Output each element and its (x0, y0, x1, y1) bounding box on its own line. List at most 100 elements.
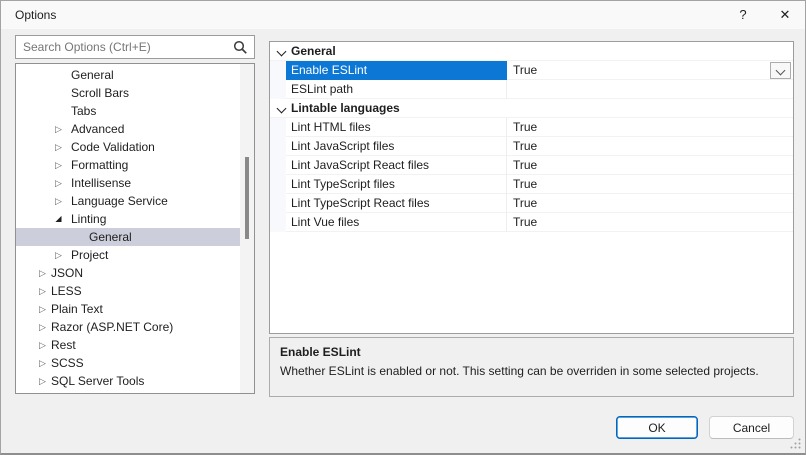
setting-row-eslint-path[interactable]: ESLint path (270, 80, 793, 99)
tree-item-razor-asp-net-core[interactable]: ▷ Razor (ASP.NET Core) (16, 318, 240, 336)
tree-expand-icon[interactable]: ▷ (53, 156, 64, 174)
setting-name[interactable]: Lint JavaScript React files (286, 156, 507, 175)
tree-expand-icon[interactable]: ▷ (53, 138, 64, 156)
tree-item-sql-server-tools[interactable]: ▷ SQL Server Tools (16, 372, 240, 390)
resize-grip[interactable] (790, 438, 801, 449)
chevron-down-icon (775, 65, 786, 76)
tree-item-advanced[interactable]: ▷ Advanced (16, 120, 240, 138)
row-gutter (270, 80, 286, 99)
tree-item-intellisense[interactable]: ▷ Intellisense (16, 174, 240, 192)
tree-scrollbar-thumb[interactable] (245, 157, 249, 239)
tree-item-label: Rest (51, 338, 76, 352)
tree-item-label: Language Service (71, 194, 168, 208)
page-title: Options (15, 8, 57, 22)
tree-item-plain-text[interactable]: ▷ Plain Text (16, 300, 240, 318)
tree-item-tabs[interactable]: Tabs (16, 102, 240, 120)
tree-item-label: General (71, 68, 114, 82)
tree-item-general[interactable]: General (16, 228, 240, 246)
search-box[interactable] (15, 35, 255, 59)
tree-item-general[interactable]: General (16, 66, 240, 84)
tree-expand-icon[interactable]: ▷ (37, 372, 48, 390)
tree-expand-icon[interactable]: ▷ (53, 246, 64, 264)
category-label: General (291, 44, 336, 58)
setting-name[interactable]: Lint Vue files (286, 213, 507, 232)
setting-name[interactable]: Lint HTML files (286, 118, 507, 137)
tree-expand-icon[interactable]: ▷ (37, 300, 48, 318)
setting-row-lint-typescript-files[interactable]: Lint TypeScript files True (270, 175, 793, 194)
setting-name[interactable]: Lint JavaScript files (286, 137, 507, 156)
tree-expand-icon[interactable]: ▷ (37, 336, 48, 354)
tree-item-label: Plain Text (51, 302, 103, 316)
setting-row-lint-typescript-react-files[interactable]: Lint TypeScript React files True (270, 194, 793, 213)
setting-value[interactable]: True (507, 213, 793, 232)
category-general[interactable]: General (270, 42, 793, 61)
tree-expand-icon[interactable]: ▷ (53, 120, 64, 138)
setting-row-enable-eslint[interactable]: Enable ESLint True (270, 61, 793, 80)
setting-value[interactable]: True (507, 194, 793, 213)
setting-name[interactable]: Lint TypeScript React files (286, 194, 507, 213)
row-gutter (270, 194, 286, 213)
tree-expand-icon[interactable]: ▷ (37, 354, 48, 372)
chevron-down-icon[interactable] (276, 46, 287, 57)
ok-button[interactable]: OK (616, 416, 698, 439)
setting-name[interactable]: ESLint path (286, 80, 507, 99)
title-bar[interactable]: Options ? ✕ (1, 1, 805, 29)
tree-item-label: Advanced (71, 122, 125, 136)
tree-item-project[interactable]: ▷ Project (16, 246, 240, 264)
setting-value[interactable]: True (507, 118, 793, 137)
tree-item-label: Project (71, 248, 109, 262)
tree-item-label: Intellisense (71, 176, 132, 190)
close-icon[interactable]: ✕ (769, 1, 801, 29)
tree-expand-icon[interactable]: ▷ (53, 174, 64, 192)
tree-item-linting[interactable]: ◢ Linting (16, 210, 240, 228)
tree-item-formatting[interactable]: ▷ Formatting (16, 156, 240, 174)
tree-expand-icon[interactable]: ▷ (37, 318, 48, 336)
cancel-button[interactable]: Cancel (709, 416, 794, 439)
tree-item-rest[interactable]: ▷ Rest (16, 336, 240, 354)
tree-item-label: Tabs (71, 104, 97, 118)
row-gutter (270, 213, 286, 232)
tree-item-label: Scroll Bars (71, 86, 130, 100)
setting-row-lint-vue-files[interactable]: Lint Vue files True (270, 213, 793, 232)
tree-expand-icon[interactable]: ▷ (37, 264, 48, 282)
tree-expand-icon[interactable]: ▷ (53, 192, 64, 210)
tree-item-less[interactable]: ▷ LESS (16, 282, 240, 300)
tree-item-label: Code Validation (71, 140, 155, 154)
setting-value[interactable]: True (507, 61, 793, 80)
search-input[interactable] (16, 36, 233, 58)
setting-row-lint-javascript-files[interactable]: Lint JavaScript files True (270, 137, 793, 156)
tree-item-label: LESS (51, 284, 82, 298)
options-dialog: Options ? ✕ General Scroll Bars Tabs ▷ Advan… (0, 0, 806, 455)
tree-item-language-service[interactable]: ▷ Language Service (16, 192, 240, 210)
setting-value[interactable]: True (507, 156, 793, 175)
row-gutter (270, 137, 286, 156)
tree-item-scroll-bars[interactable]: Scroll Bars (16, 84, 240, 102)
tree-item-label: Razor (ASP.NET Core) (51, 320, 174, 334)
help-button[interactable]: ? (727, 1, 759, 29)
category-lintable-languages[interactable]: Lintable languages (270, 99, 793, 118)
setting-value[interactable] (507, 80, 793, 99)
setting-name[interactable]: Enable ESLint (286, 61, 507, 80)
tree-item-scss[interactable]: ▷ SCSS (16, 354, 240, 372)
setting-value[interactable]: True (507, 175, 793, 194)
tree-item-label: SCSS (51, 356, 84, 370)
tree-item-label: JSON (51, 266, 84, 280)
setting-row-lint-html-files[interactable]: Lint HTML files True (270, 118, 793, 137)
value-dropdown-button[interactable] (770, 62, 791, 79)
tree-rows: General Scroll Bars Tabs ▷ Advanced ▷ Code Val… (16, 66, 254, 390)
tree-item-label: Formatting (71, 158, 129, 172)
row-gutter (270, 175, 286, 194)
setting-value[interactable]: True (507, 137, 793, 156)
setting-description-text: Whether ESLint is enabled or not. This s… (280, 364, 759, 378)
tree-scrollbar-track[interactable] (240, 64, 254, 393)
tree-item-json[interactable]: ▷ JSON (16, 264, 240, 282)
tree-item-label: SQL Server Tools (51, 374, 145, 388)
setting-row-lint-javascript-react-files[interactable]: Lint JavaScript React files True (270, 156, 793, 175)
tree-item-label: General (89, 230, 132, 244)
chevron-down-icon[interactable] (276, 103, 287, 114)
tree-collapse-icon[interactable]: ◢ (53, 210, 64, 228)
setting-name[interactable]: Lint TypeScript files (286, 175, 507, 194)
category-label: Lintable languages (291, 101, 400, 115)
tree-expand-icon[interactable]: ▷ (37, 282, 48, 300)
tree-item-code-validation[interactable]: ▷ Code Validation (16, 138, 240, 156)
